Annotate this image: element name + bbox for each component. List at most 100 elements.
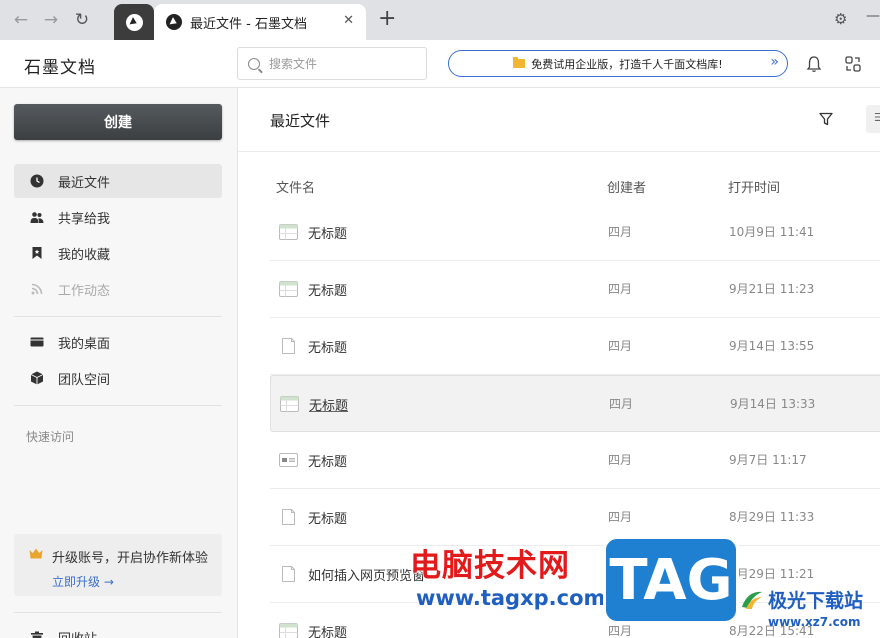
sidebar-item-label: 我的收藏 [58, 247, 111, 263]
file-name[interactable]: 无标题 [308, 508, 347, 527]
spreadsheet-icon [279, 224, 298, 240]
sidebar-item-favorites[interactable]: 我的收藏 [14, 236, 222, 270]
file-name[interactable]: 无标题 [308, 451, 347, 470]
file-creator: 四月 [608, 510, 633, 524]
upgrade-link[interactable]: 立即升级 → [52, 573, 114, 590]
file-open-time: 9月7日 11:17 [729, 453, 807, 467]
file-row[interactable]: 无标题 四月 9月21日 11:23 [270, 261, 880, 318]
file-open-time: 9月14日 13:55 [729, 339, 815, 353]
file-open-time: 8月29日 11:33 [729, 510, 815, 524]
file-creator: 四月 [608, 339, 633, 353]
tab-close-button[interactable]: ✕ [343, 13, 354, 28]
brand-logo[interactable]: 石墨文档 [24, 53, 96, 78]
document-icon [279, 509, 298, 525]
browser-settings-icon[interactable]: ⚙ [834, 10, 847, 28]
spreadsheet-icon [279, 281, 298, 297]
file-row[interactable]: 无标题 四月 9月14日 13:55 [270, 318, 880, 375]
reload-button[interactable]: ↻ [71, 9, 93, 31]
desktop-icon [30, 337, 44, 347]
file-name[interactable]: 如何插入网页预览窗 [308, 565, 425, 584]
search-box[interactable] [237, 47, 427, 80]
bookmark-icon [32, 247, 42, 259]
list-view-toggle[interactable] [866, 105, 880, 133]
bell-icon[interactable] [806, 55, 822, 73]
app-header: 石墨文档 免费试用企业版，打造千人千面文档库! » [0, 40, 880, 88]
page-title: 最近文件 [270, 112, 331, 130]
sidebar-divider [14, 405, 222, 406]
crown-icon [29, 548, 43, 559]
new-tab-button[interactable]: + [378, 8, 396, 30]
sidebar-item-label: 回收站 [58, 628, 97, 638]
search-input[interactable] [269, 56, 419, 71]
create-button[interactable]: 创建 [14, 104, 222, 140]
file-name[interactable]: 无标题 [308, 223, 347, 242]
trash-icon [31, 631, 43, 638]
double-chevron-right-icon: » [770, 54, 779, 70]
file-open-time: 10月9日 11:41 [729, 225, 815, 239]
file-creator: 四月 [608, 225, 633, 239]
file-name[interactable]: 无标题 [308, 622, 347, 638]
file-creator: 四月 [609, 397, 634, 411]
filter-icon[interactable] [819, 112, 833, 126]
sidebar-divider [14, 612, 222, 613]
sidebar-item-shared[interactable]: 共享给我 [14, 200, 222, 234]
file-creator: 四月 [608, 624, 633, 638]
watermark-tag-logo: TAG [603, 536, 739, 624]
quick-access-heading: 快速访问 [26, 430, 75, 444]
rss-icon [31, 283, 43, 295]
file-creator: 四月 [608, 453, 633, 467]
file-name[interactable]: 无标题 [308, 280, 347, 299]
sidebar-item-activity[interactable]: 工作动态 [14, 272, 222, 306]
sidebar-item-recent[interactable]: 最近文件 [14, 164, 222, 198]
folder-icon [513, 57, 526, 68]
file-creator: 四月 [608, 282, 633, 296]
header-divider [238, 151, 880, 152]
back-button[interactable]: ← [10, 9, 32, 31]
file-row[interactable]: 无标题 四月 9月7日 11:17 [270, 432, 880, 489]
sidebar-item-label: 共享给我 [58, 211, 111, 227]
sidebar-item-trash[interactable]: 回收站 [30, 628, 97, 638]
sidebar-item-label: 团队空间 [58, 372, 111, 388]
pinned-tab[interactable] [114, 4, 154, 40]
column-header-time[interactable]: 打开时间 [728, 177, 780, 196]
watermark-site-url: www.xz7.com [768, 615, 861, 629]
sidebar-item-label: 我的桌面 [58, 336, 111, 352]
shimo-logo-icon [125, 13, 143, 31]
sidebar: 创建 最近文件 共享给我 我的收藏 工作动态 我的桌面 团队空间 快速访问 升级… [0, 88, 238, 638]
upgrade-text: 升级账号，开启协作新体验 [52, 551, 209, 566]
column-header-creator[interactable]: 创建者 [607, 177, 646, 196]
browser-chrome: ← → ↻ 最近文件 - 石墨文档 ✕ + ⚙ — [0, 0, 880, 40]
enterprise-promo-banner[interactable]: 免费试用企业版，打造千人千面文档库! » [448, 50, 788, 77]
sidebar-item-label: 最近文件 [58, 175, 111, 191]
document-icon [279, 566, 298, 582]
forward-button[interactable]: → [40, 9, 62, 31]
document-icon [279, 338, 298, 354]
sidebar-divider [14, 316, 222, 317]
file-name[interactable]: 无标题 [309, 395, 348, 414]
upgrade-card: 升级账号，开启协作新体验 立即升级 → [14, 534, 222, 596]
switch-account-icon[interactable] [844, 55, 862, 73]
spreadsheet-icon [280, 396, 299, 412]
tab-favicon-icon [166, 14, 182, 30]
file-open-time: 8月29日 11:21 [729, 567, 815, 581]
file-row[interactable]: 无标题 四月 9月14日 13:33 [270, 375, 880, 432]
minimize-button[interactable]: — [866, 8, 880, 24]
spreadsheet-icon [279, 623, 298, 638]
promo-text: 免费试用企业版，打造千人千面文档库! [531, 57, 723, 71]
browser-tab[interactable]: 最近文件 - 石墨文档 ✕ [154, 4, 366, 40]
sidebar-item-desktop[interactable]: 我的桌面 [14, 325, 222, 359]
form-icon [279, 452, 298, 468]
users-icon [30, 212, 44, 223]
sidebar-item-team[interactable]: 团队空间 [14, 361, 222, 395]
watermark-text: 电脑技术网 [410, 548, 570, 584]
column-header-name[interactable]: 文件名 [276, 177, 315, 196]
sidebar-item-label: 工作动态 [58, 283, 111, 299]
clock-icon [30, 174, 44, 188]
file-name[interactable]: 无标题 [308, 337, 347, 356]
file-row[interactable]: 无标题 四月 10月9日 11:41 [270, 204, 880, 261]
file-open-time: 9月21日 11:23 [729, 282, 815, 296]
aurora-logo-icon [742, 591, 762, 609]
file-open-time: 9月14日 13:33 [730, 397, 816, 411]
search-icon [248, 57, 260, 70]
file-row[interactable]: 无标题 四月 8月29日 11:33 [270, 489, 880, 546]
